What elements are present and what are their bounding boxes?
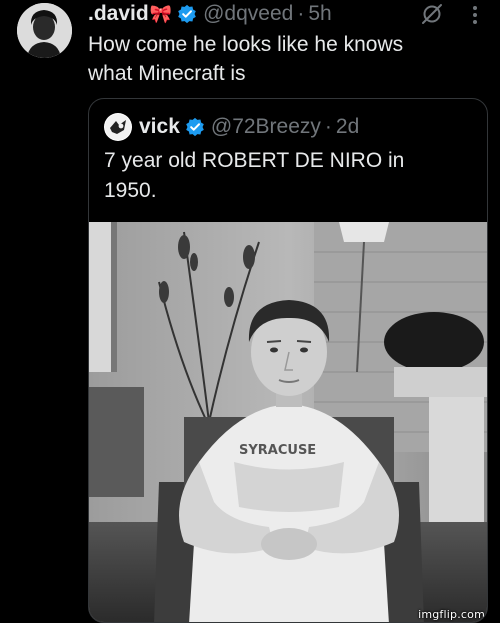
tweet: .david 🎀 @dqveed · 5h How come he looks … (0, 0, 500, 623)
verified-badge-icon (177, 4, 197, 24)
author-name[interactable]: .david (88, 2, 149, 26)
verified-badge-icon (185, 117, 205, 137)
tweet-text-line: what Minecraft is (88, 62, 246, 85)
quoted-tweet-header: vick @72Breezy · 2d (104, 113, 359, 141)
quoted-tweet-text: 7 year old ROBERT DE NIRO in 1950. (104, 146, 474, 206)
author-handle[interactable]: @dqveed (203, 2, 293, 26)
imgflip-watermark: imgflip.com (418, 608, 485, 621)
post-time[interactable]: 5h (308, 2, 331, 26)
separator-dot: · (297, 2, 305, 25)
quoted-photo[interactable]: SYRACUSE imgflip.com (89, 222, 487, 622)
tweet-text-line: How come he looks like he knows (88, 33, 404, 56)
ribbon-emoji: 🎀 (149, 3, 173, 24)
separator-dot: · (324, 115, 332, 138)
quoted-post-time[interactable]: 2d (336, 115, 359, 139)
quoted-tweet[interactable]: vick @72Breezy · 2d 7 year old ROBERT DE… (88, 98, 488, 623)
quoted-avatar[interactable] (104, 113, 132, 141)
tweet-header: .david 🎀 @dqveed · 5h (88, 2, 332, 26)
shirt-print-text: SYRACUSE (239, 443, 316, 458)
tweet-text: How come he looks like he knows what Min… (88, 30, 488, 88)
quoted-author-handle[interactable]: @72Breezy (211, 115, 321, 139)
avatar[interactable] (17, 3, 72, 58)
quoted-text-line: 1950. (104, 179, 157, 202)
quoted-text-line: 7 year old ROBERT DE NIRO in (104, 149, 405, 172)
quoted-author-name[interactable]: vick (139, 115, 180, 139)
grok-icon[interactable] (420, 2, 444, 31)
more-icon[interactable] (470, 4, 480, 31)
